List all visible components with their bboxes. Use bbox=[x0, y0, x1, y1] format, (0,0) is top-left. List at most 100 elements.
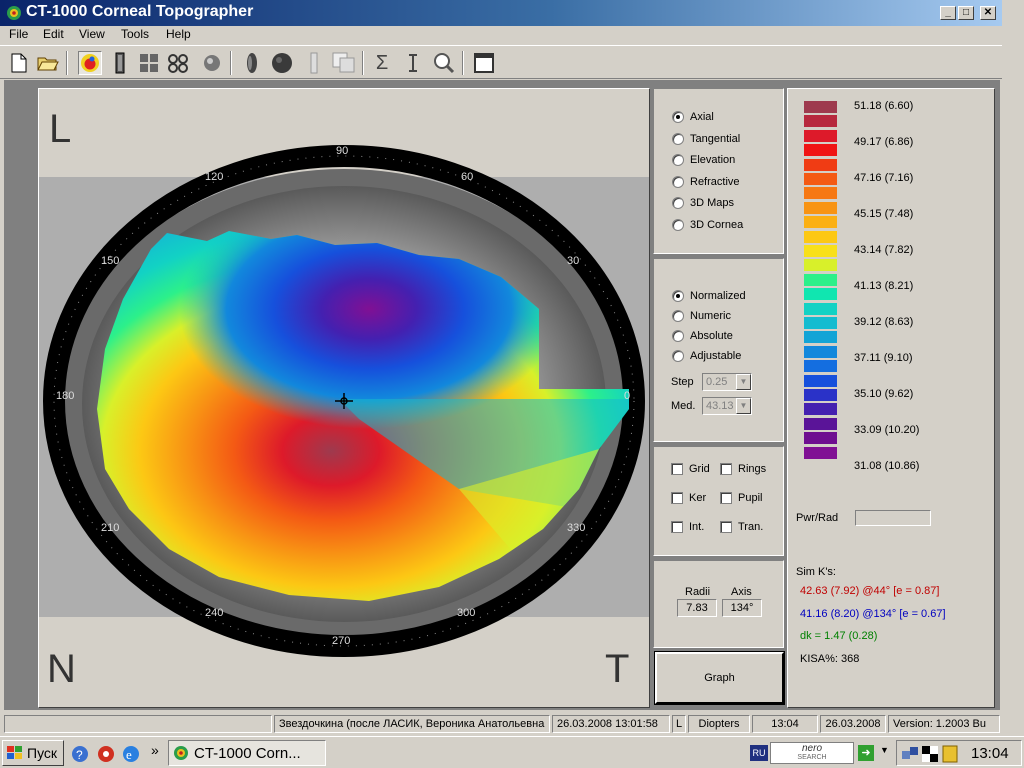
menu-help[interactable]: Help bbox=[166, 27, 191, 41]
angle-label-120: 120 bbox=[205, 171, 224, 183]
grid-checkbox[interactable]: Grid bbox=[671, 463, 710, 475]
quicklaunch-ie-icon[interactable]: e bbox=[121, 744, 141, 767]
title-bar[interactable]: CT-1000 Corneal Topographer _ □ ✕ bbox=[0, 0, 1002, 26]
legend-label: 43.14 (7.82) bbox=[854, 244, 914, 256]
radio-numeric[interactable]: Numeric bbox=[672, 310, 731, 322]
3d-view-icon[interactable] bbox=[200, 51, 224, 75]
topography-map-panel[interactable]: L N T 90 120 60 150 30 180 0 210 330 240… bbox=[38, 88, 650, 708]
radio-absolute[interactable]: Absolute bbox=[672, 330, 733, 342]
quicklaunch-media-icon[interactable] bbox=[96, 744, 116, 767]
menu-edit[interactable]: Edit bbox=[43, 27, 64, 41]
open-folder-icon[interactable] bbox=[36, 51, 60, 75]
color-swatch bbox=[804, 259, 837, 272]
legend-label: 33.09 (10.20) bbox=[854, 424, 920, 436]
color-swatch bbox=[804, 403, 837, 416]
simk-flat: 41.16 (8.20) @134° [e = 0.67] bbox=[800, 608, 946, 620]
nero-search-box[interactable]: nero SEARCH bbox=[770, 742, 854, 764]
simk-title: Sim K's: bbox=[796, 566, 836, 578]
angle-label-90: 90 bbox=[336, 145, 349, 157]
status-units: Diopters bbox=[688, 715, 750, 733]
language-indicator[interactable]: RU bbox=[750, 745, 768, 761]
radio-normalized[interactable]: Normalized bbox=[672, 290, 746, 302]
legend-label: 51.18 (6.60) bbox=[854, 100, 914, 112]
status-patient: Звездочкина (после ЛАСИК, Вероника Анато… bbox=[274, 715, 550, 733]
toolbar: Σ bbox=[0, 45, 1002, 79]
quad-view-icon[interactable] bbox=[137, 51, 161, 75]
color-swatch bbox=[804, 389, 837, 401]
color-map-icon[interactable] bbox=[78, 51, 102, 75]
overlay-icon[interactable] bbox=[332, 51, 356, 75]
zoom-icon[interactable] bbox=[432, 51, 456, 75]
color-swatch bbox=[804, 288, 837, 301]
radio-axial[interactable]: Axial bbox=[672, 111, 714, 123]
int-checkbox[interactable]: Int. bbox=[671, 521, 704, 533]
chevron-down-icon: ▼ bbox=[736, 374, 751, 390]
menu-file[interactable]: File bbox=[9, 27, 28, 41]
radii-label: Radii bbox=[685, 586, 711, 598]
menu-view[interactable]: View bbox=[79, 27, 105, 41]
angle-label-330: 330 bbox=[567, 522, 586, 534]
color-swatch bbox=[804, 432, 837, 445]
rings-checkbox[interactable]: Rings bbox=[720, 463, 766, 475]
color-swatch bbox=[804, 144, 837, 157]
profile-icon[interactable] bbox=[240, 51, 264, 75]
legend-label: 31.08 (10.86) bbox=[854, 460, 920, 472]
radio-tangential[interactable]: Tangential bbox=[672, 133, 740, 145]
color-swatch bbox=[804, 331, 837, 344]
graph-button[interactable]: Graph bbox=[654, 651, 785, 705]
compare-view-icon[interactable] bbox=[166, 51, 190, 75]
radio-adjustable[interactable]: Adjustable bbox=[672, 350, 741, 362]
close-button[interactable]: ✕ bbox=[980, 6, 996, 20]
axis-value: 134° bbox=[722, 599, 762, 617]
radio-elevation[interactable]: Elevation bbox=[672, 154, 735, 166]
tray-clock[interactable]: 13:04 bbox=[971, 745, 1009, 762]
legend-label: 49.17 (6.86) bbox=[854, 136, 914, 148]
med-select[interactable]: 43.13 ▼ bbox=[702, 397, 752, 415]
network-icon[interactable] bbox=[901, 745, 919, 763]
system-tray: 13:04 bbox=[896, 740, 1022, 766]
search-dropdown-icon[interactable]: ▼ bbox=[880, 745, 889, 755]
status-version: Version: 1.2003 Bu bbox=[888, 715, 1000, 733]
display-icon[interactable] bbox=[921, 745, 939, 763]
step-select[interactable]: 0.25 ▼ bbox=[702, 373, 752, 391]
eye-side-label: L bbox=[49, 107, 72, 151]
radio-3d-maps[interactable]: 3D Maps bbox=[672, 197, 734, 209]
angle-label-300: 300 bbox=[457, 607, 476, 619]
legend-panel: 51.18 (6.60) 49.17 (6.86) 47.16 (7.16) 4… bbox=[787, 88, 995, 708]
pwr-rad-label: Pwr/Rad bbox=[796, 512, 839, 524]
start-button[interactable]: Пуск bbox=[2, 740, 64, 766]
chevron-down-icon: ▼ bbox=[736, 398, 751, 414]
color-swatch bbox=[804, 129, 837, 142]
quicklaunch-chevron[interactable]: » bbox=[151, 742, 159, 758]
ker-checkbox[interactable]: Ker bbox=[671, 492, 706, 504]
menu-tools[interactable]: Tools bbox=[121, 27, 149, 41]
measure-icon[interactable] bbox=[401, 51, 425, 75]
angle-label-180: 180 bbox=[56, 390, 75, 402]
minimize-button[interactable]: _ bbox=[940, 6, 956, 20]
quicklaunch-help-icon[interactable]: ? bbox=[70, 744, 90, 767]
sum-icon[interactable]: Σ bbox=[370, 51, 394, 75]
slit-icon[interactable] bbox=[302, 51, 326, 75]
radio-3d-cornea[interactable]: 3D Cornea bbox=[672, 219, 743, 231]
status-eye: L bbox=[672, 715, 686, 733]
window-icon[interactable] bbox=[472, 51, 496, 75]
maximize-button[interactable]: □ bbox=[958, 6, 974, 20]
status-date: 26.03.2008 bbox=[820, 715, 886, 733]
single-view-icon[interactable] bbox=[108, 51, 132, 75]
security-icon[interactable] bbox=[941, 745, 959, 763]
sphere-icon[interactable] bbox=[270, 51, 294, 75]
radio-refractive[interactable]: Refractive bbox=[672, 176, 740, 188]
color-swatch bbox=[804, 216, 837, 229]
axis-label: Axis bbox=[731, 586, 752, 598]
color-swatch bbox=[804, 115, 837, 128]
tran-checkbox[interactable]: Tran. bbox=[720, 521, 763, 533]
pupil-checkbox[interactable]: Pupil bbox=[720, 492, 762, 504]
color-swatch bbox=[804, 446, 837, 459]
simk-steep: 42.63 (7.92) @44° [e = 0.87] bbox=[800, 585, 940, 597]
go-arrow-icon[interactable]: ➜ bbox=[858, 745, 874, 761]
new-file-icon[interactable] bbox=[7, 51, 31, 75]
svg-text:e: e bbox=[126, 747, 132, 762]
legend-label: 37.11 (9.10) bbox=[854, 352, 913, 364]
taskbar-window-button[interactable]: CT-1000 Corn... bbox=[168, 740, 326, 766]
map-type-group: Axial Tangential Elevation Refractive 3D… bbox=[653, 88, 784, 254]
